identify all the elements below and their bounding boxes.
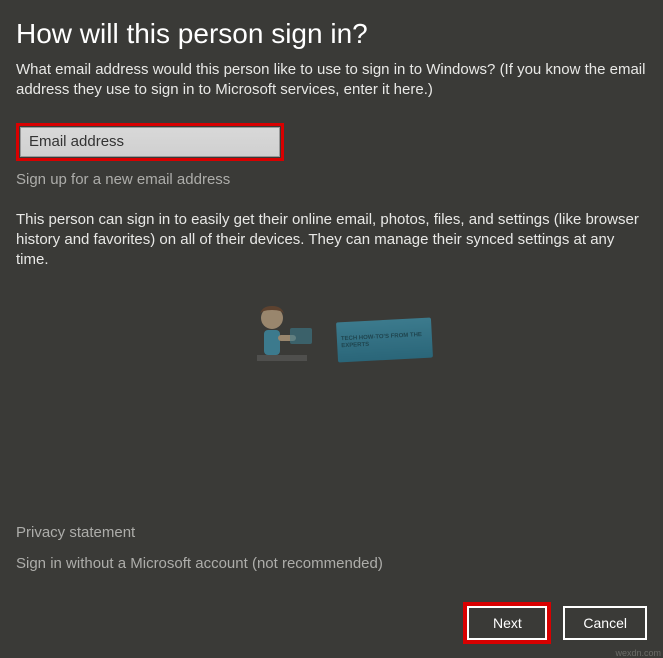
email-field[interactable] — [20, 127, 280, 157]
sync-description: This person can sign in to easily get th… — [16, 210, 647, 271]
source-watermark: wexdn.com — [615, 648, 661, 658]
privacy-statement-link[interactable]: Privacy statement — [16, 524, 647, 541]
instruction-text: What email address would this person lik… — [16, 60, 647, 101]
watermark-badge-text: TECH HOW-TO'S FROM THE EXPERTS — [336, 318, 432, 350]
next-button-highlight: Next — [463, 602, 551, 644]
no-microsoft-account-link[interactable]: Sign in without a Microsoft account (not… — [16, 555, 647, 572]
next-button[interactable]: Next — [467, 606, 547, 640]
watermark-logo: TECH HOW-TO'S FROM THE EXPERTS — [242, 290, 422, 380]
email-input-highlight — [16, 123, 284, 161]
page-title: How will this person sign in? — [16, 18, 647, 50]
cancel-button[interactable]: Cancel — [563, 606, 647, 640]
signup-link[interactable]: Sign up for a new email address — [16, 171, 647, 188]
action-button-row: Next Cancel — [16, 602, 647, 644]
